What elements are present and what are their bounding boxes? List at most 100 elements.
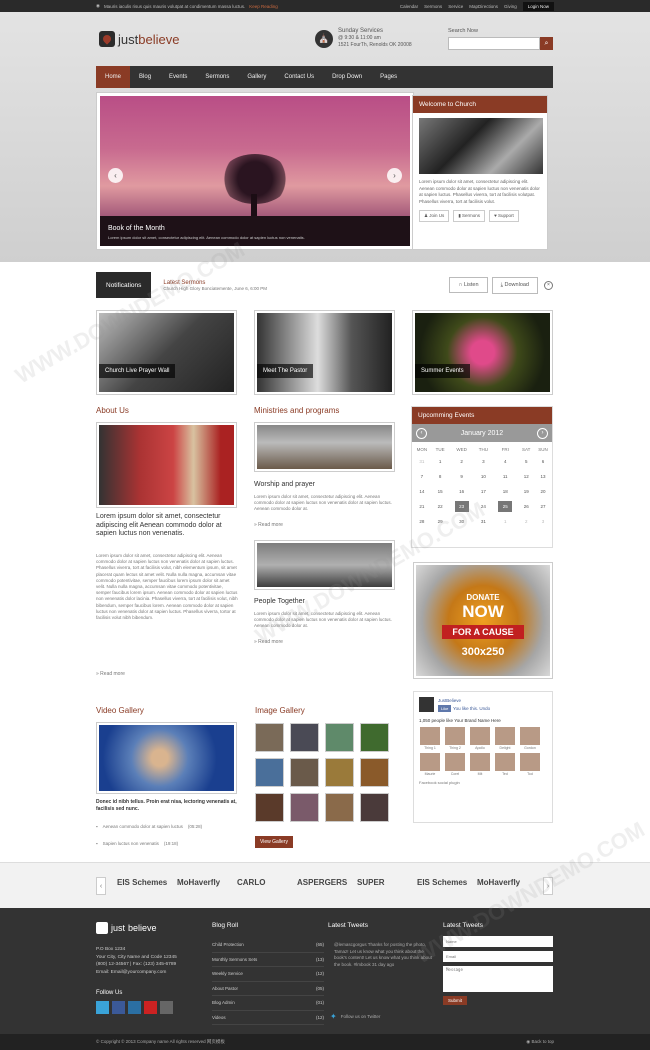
nav-pages[interactable]: Pages <box>371 66 406 88</box>
blogroll-item[interactable]: Monthly Sermons Sets (13) <box>212 953 324 967</box>
blogroll-item[interactable]: About Pastor (05) <box>212 982 324 996</box>
fb-face[interactable]: Gordon <box>519 727 541 750</box>
twitter-icon[interactable] <box>96 1001 109 1014</box>
top-link-calendar[interactable]: Calendar <box>400 4 418 9</box>
calendar-day[interactable]: 2 <box>518 514 534 529</box>
calendar-day[interactable]: 29 <box>432 514 449 529</box>
nav-contact[interactable]: Contact Us <box>275 66 323 88</box>
calendar-day[interactable]: 20 <box>534 484 552 499</box>
calendar-day[interactable]: 3 <box>534 514 552 529</box>
feature-meet-pastor[interactable]: Meet The Pastor <box>254 310 395 395</box>
gallery-thumb[interactable] <box>255 793 284 822</box>
calendar-day[interactable]: 27 <box>534 499 552 514</box>
keep-reading-link[interactable]: Keep Reading <box>249 4 278 9</box>
calendar-day-event[interactable]: 25 <box>492 499 518 514</box>
calendar-day[interactable]: 24 <box>475 499 492 514</box>
calendar-day[interactable]: 31 <box>412 454 432 469</box>
partner-logo[interactable]: ASPERGERS <box>297 878 347 887</box>
login-button[interactable]: Login Now <box>522 1 554 11</box>
nav-blog[interactable]: Blog <box>130 66 160 88</box>
calendar-day[interactable]: 30 <box>449 514 475 529</box>
fb-face[interactable]: Ted <box>494 753 516 776</box>
submit-button[interactable]: Submit <box>443 996 468 1005</box>
follow-twitter-link[interactable]: ✦ Follow us on Twitter <box>330 1012 380 1021</box>
download-button[interactable]: ⤓ Download <box>491 276 538 294</box>
calendar-prev-icon[interactable]: ‹ <box>416 427 427 439</box>
gallery-thumb[interactable] <box>325 723 354 752</box>
calendar-day[interactable]: 22 <box>432 499 449 514</box>
video-player[interactable] <box>96 722 237 794</box>
calendar-day[interactable]: 14 <box>412 484 432 499</box>
email-field[interactable] <box>443 951 553 962</box>
calendar-day[interactable]: 1 <box>492 514 518 529</box>
lastfm-icon[interactable] <box>144 1001 157 1014</box>
partner-logo[interactable]: MoHaverfly <box>477 878 520 887</box>
footer-logo[interactable]: just believe <box>96 922 157 934</box>
fb-face[interactable]: Thing 1 <box>419 727 441 750</box>
blogroll-item[interactable]: Weekly Service (12) <box>212 967 324 982</box>
calendar-day[interactable]: 11 <box>492 469 518 484</box>
people-readmore-link[interactable]: » Read more <box>254 639 283 645</box>
fb-face[interactable]: Mit <box>469 753 491 776</box>
support-button[interactable]: ♥ Support <box>489 210 519 222</box>
partner-logo[interactable]: MoHaverfly <box>177 878 220 887</box>
gallery-thumb[interactable] <box>325 758 354 787</box>
fb-face[interactable]: Delight <box>494 727 516 750</box>
calendar-day[interactable]: 15 <box>432 484 449 499</box>
video-list-item[interactable]: ▪ Aenean commodo dolor at sapien luctus (0… <box>96 824 202 829</box>
calendar-day[interactable]: 8 <box>432 469 449 484</box>
calendar-day[interactable]: 26 <box>518 499 534 514</box>
calendar-day[interactable]: 3 <box>475 454 492 469</box>
gallery-thumb[interactable] <box>360 723 389 752</box>
back-to-top-link[interactable]: ◉ Back to top <box>526 1039 554 1045</box>
nav-dropdown[interactable]: Drop Down <box>323 66 371 88</box>
calendar-day[interactable]: 16 <box>449 484 475 499</box>
nav-home[interactable]: Home <box>96 66 131 88</box>
calendar-day[interactable]: 28 <box>412 514 432 529</box>
feature-prayer-wall[interactable]: Church Live Prayer Wall <box>96 310 237 395</box>
gallery-thumb[interactable] <box>255 758 284 787</box>
calendar-next-icon[interactable]: › <box>536 427 548 439</box>
nav-gallery[interactable]: Gallery <box>238 66 275 88</box>
fb-face[interactable]: Maurie <box>419 753 441 776</box>
partner-logo[interactable]: CARLO <box>237 878 265 887</box>
fb-page-name[interactable]: JustBelieve <box>438 698 490 703</box>
top-link-map[interactable]: MapDirections <box>469 4 498 9</box>
blogroll-item[interactable]: Blog Admin (01) <box>212 996 324 1011</box>
gallery-thumb[interactable] <box>290 793 319 822</box>
calendar-day[interactable]: 6 <box>534 454 552 469</box>
name-field[interactable] <box>443 936 553 947</box>
gallery-thumb[interactable] <box>360 793 389 822</box>
close-icon[interactable]: × <box>544 280 553 290</box>
calendar-day[interactable]: 21 <box>412 499 432 514</box>
calendar-day[interactable]: 2 <box>449 454 475 469</box>
calendar-day[interactable]: 12 <box>518 469 534 484</box>
about-readmore-link[interactable]: » Read more <box>96 671 125 677</box>
slider-prev-arrow-icon[interactable]: ‹ <box>108 168 123 183</box>
calendar-day[interactable]: 19 <box>518 484 534 499</box>
fb-face[interactable]: Tod <box>519 753 541 776</box>
vimeo-icon[interactable] <box>128 1001 141 1014</box>
partner-logo[interactable]: EIS Schemes <box>417 878 467 887</box>
gallery-thumb[interactable] <box>290 723 319 752</box>
gallery-thumb[interactable] <box>325 793 354 822</box>
feature-summer-events[interactable]: Summer Events <box>412 310 553 395</box>
listen-button[interactable]: ∩ Listen <box>449 277 488 293</box>
slider-next-arrow-icon[interactable]: › <box>387 168 402 183</box>
facebook-icon[interactable] <box>112 1001 125 1014</box>
partners-next-icon[interactable]: › <box>543 877 553 895</box>
nav-sermons[interactable]: Sermons <box>196 66 238 88</box>
message-field[interactable] <box>443 966 553 992</box>
blogroll-item[interactable]: Videos (12) <box>212 1011 324 1025</box>
calendar-day[interactable]: 1 <box>432 454 449 469</box>
fb-face[interactable]: Apollo <box>469 727 491 750</box>
join-us-button[interactable]: ♟ Join Us <box>419 210 450 222</box>
donate-ad-banner[interactable]: DONATE NOW FOR A CAUSE 300x250 <box>413 562 553 679</box>
calendar-day-event[interactable]: 23 <box>449 499 475 514</box>
worship-title[interactable]: Worship and prayer <box>254 481 315 488</box>
partner-logo[interactable]: EIS Schemes <box>117 878 167 887</box>
fb-like-button[interactable]: Like <box>438 704 452 712</box>
top-link-giving[interactable]: Giving <box>504 4 517 9</box>
gallery-thumb[interactable] <box>360 758 389 787</box>
people-title[interactable]: People Together <box>254 598 305 605</box>
